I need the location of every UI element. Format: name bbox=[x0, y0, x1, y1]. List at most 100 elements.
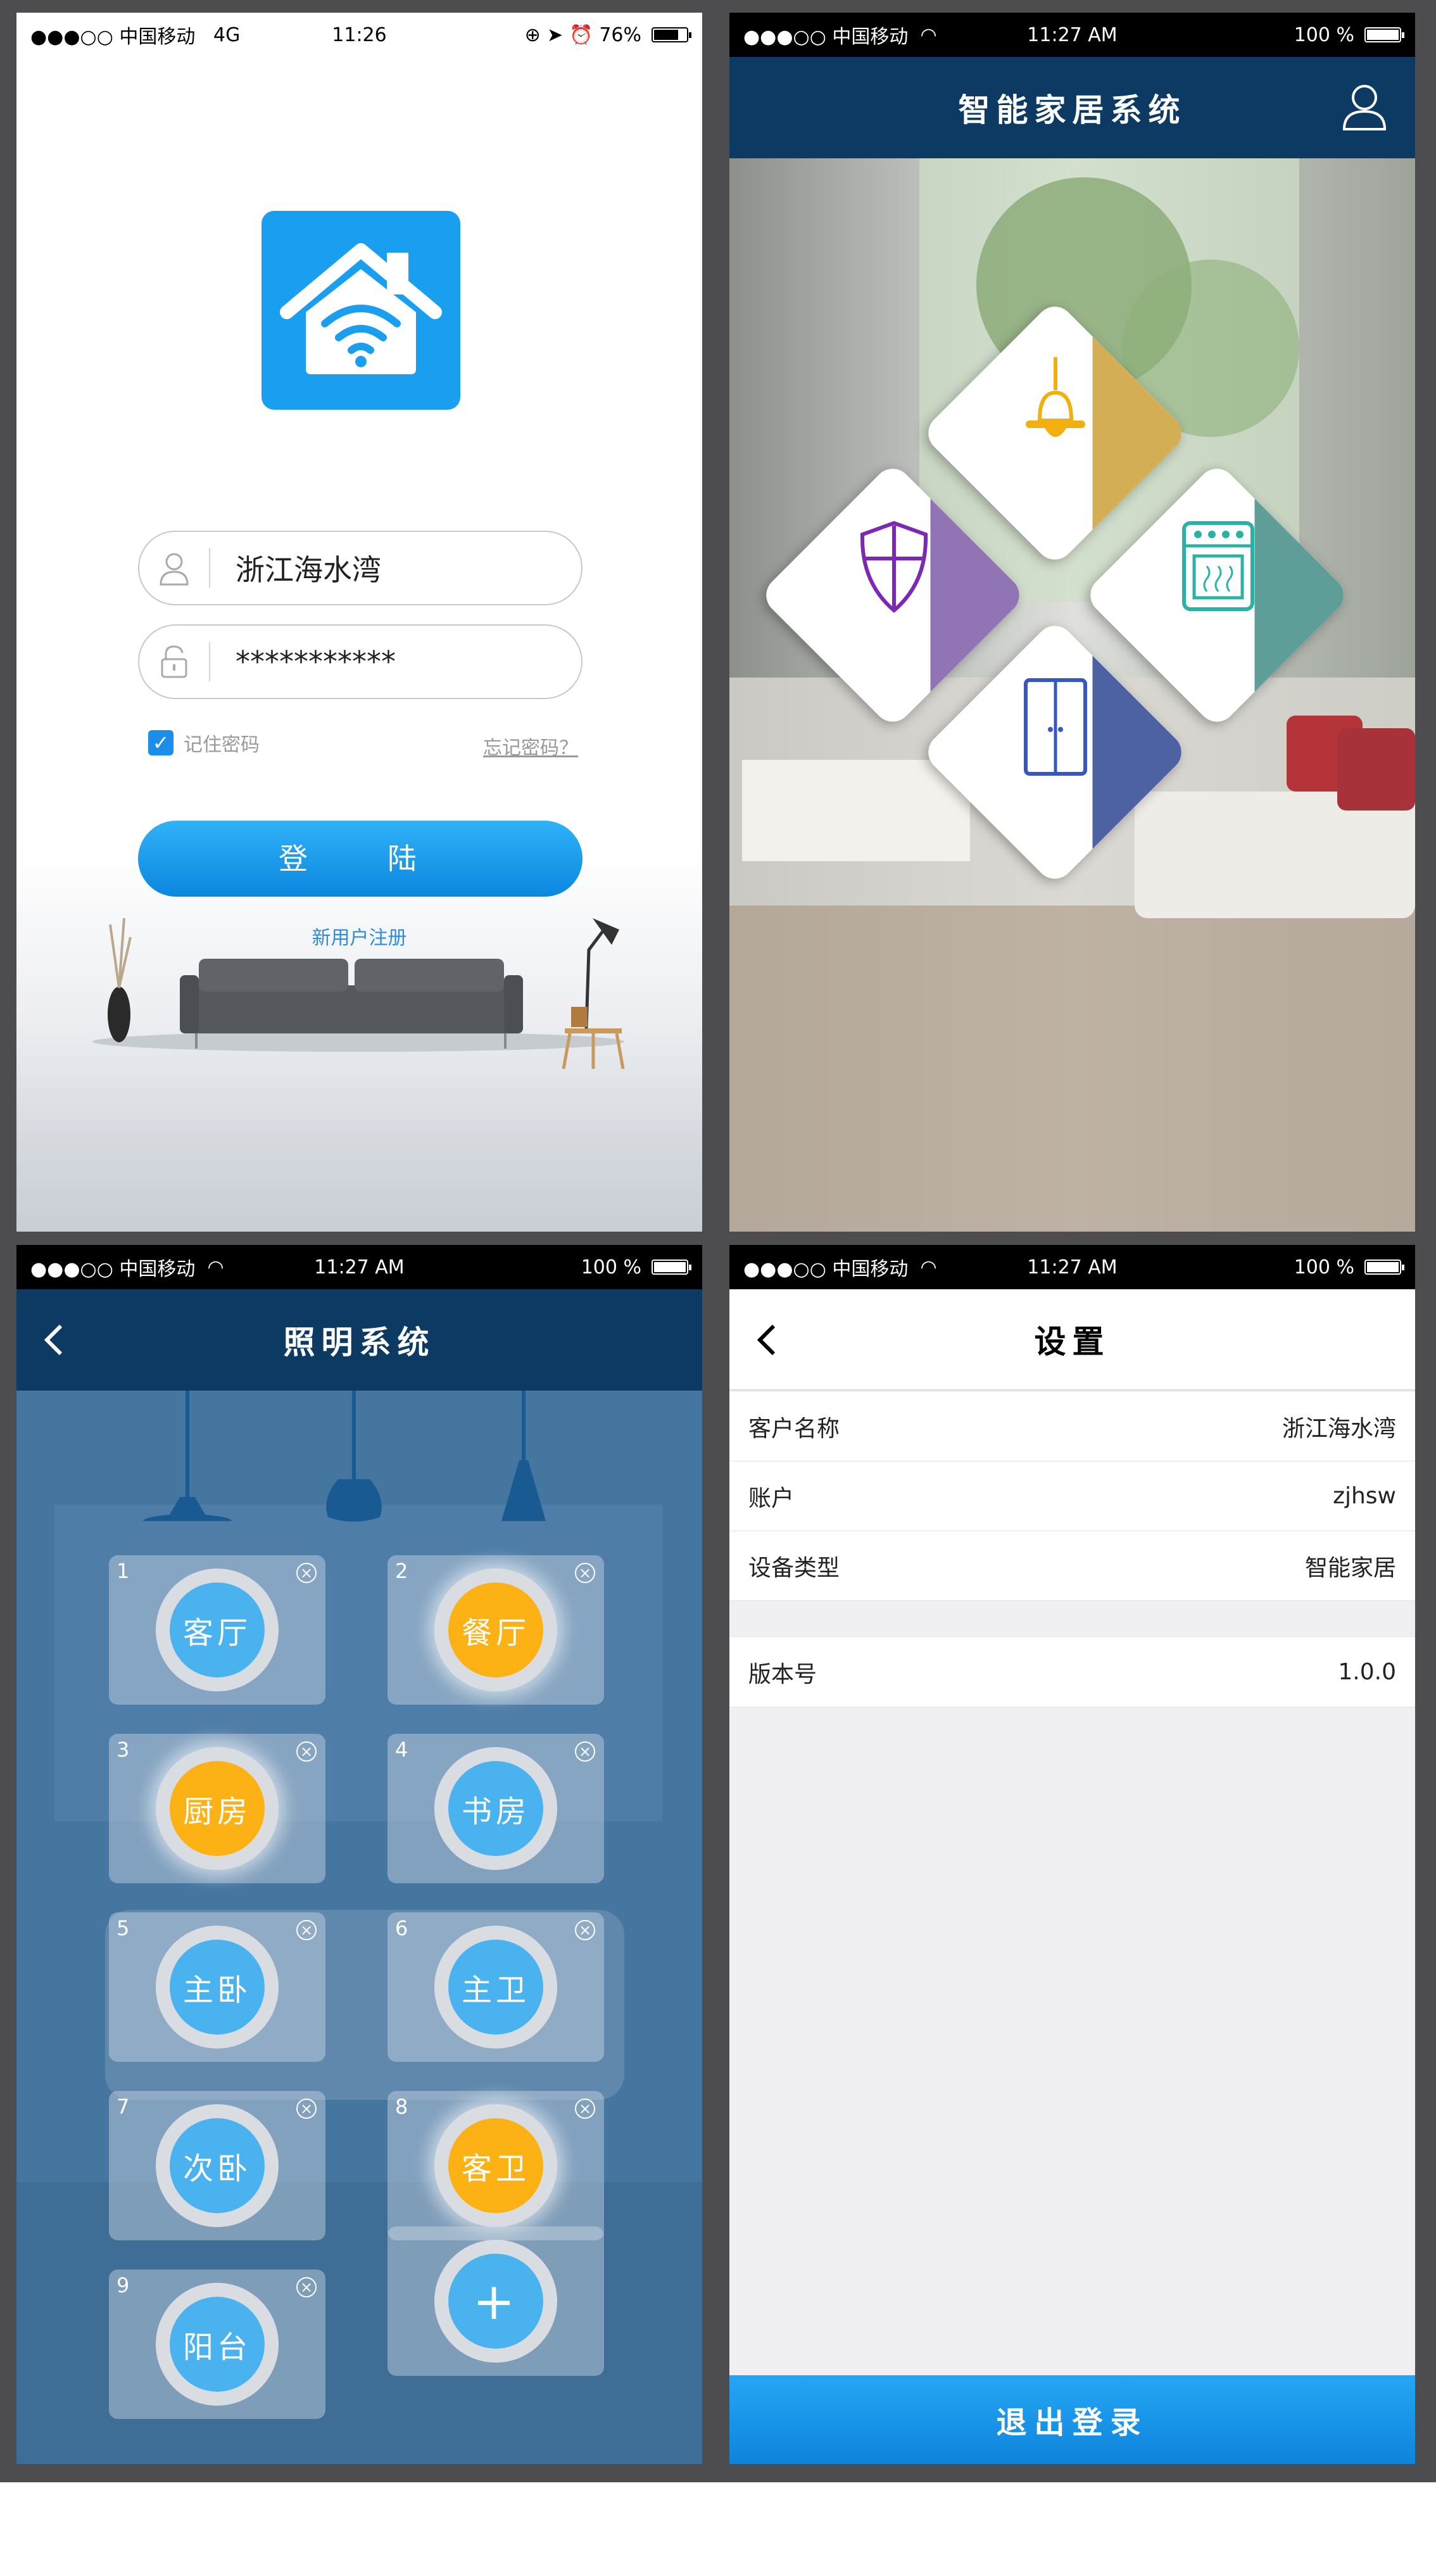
room-background bbox=[16, 849, 702, 1232]
room-card[interactable]: 2 × 餐厅 bbox=[387, 1555, 604, 1705]
room-card[interactable]: 6 × 主卫 bbox=[387, 1912, 604, 2062]
password-field[interactable]: *********** bbox=[138, 624, 583, 699]
checkbox-checked-icon[interactable]: ✓ bbox=[148, 730, 173, 755]
door-icon bbox=[1024, 678, 1087, 776]
back-chevron-icon[interactable] bbox=[29, 1315, 80, 1365]
alarm-icon: ⏰ bbox=[569, 23, 593, 46]
room-name: 主卧 bbox=[170, 1940, 265, 2035]
lighting-screen: ●●●○○ 中国移动 ◠ 11:27 AM 100 % 照明系统 1 × 客厅 2 × 餐… bbox=[16, 1245, 702, 2464]
login-screen: ●●●○○ 中国移动 4G 11:26 ⊕ ➤ ⏰ 76% 浙江海水湾 ****… bbox=[16, 13, 702, 1232]
battery-percent: 76% bbox=[599, 23, 641, 46]
room-card[interactable]: 5 × 主卧 bbox=[109, 1912, 325, 2062]
user-icon bbox=[139, 548, 210, 588]
settings-row-customer-name: 客户名称 浙江海水湾 bbox=[729, 1392, 1415, 1462]
pendant-lamp-icon bbox=[1026, 357, 1085, 437]
delete-room-icon[interactable]: × bbox=[575, 2099, 595, 2119]
delete-room-icon[interactable]: × bbox=[575, 1563, 595, 1583]
room-number: 1 bbox=[117, 1559, 130, 1583]
user-profile-icon[interactable] bbox=[1339, 81, 1390, 132]
room-name: 餐厅 bbox=[448, 1582, 543, 1677]
page-title: 设置 bbox=[1034, 1323, 1111, 1360]
delete-room-icon[interactable]: × bbox=[575, 1741, 595, 1762]
register-link[interactable]: 新用户注册 bbox=[16, 922, 702, 950]
room-number: 5 bbox=[117, 1916, 130, 1940]
smart-home-wifi-icon bbox=[280, 243, 442, 374]
room-name: 次卧 bbox=[170, 2118, 265, 2213]
nav-bar: 智能家居系统 bbox=[729, 57, 1415, 158]
wifi-icon: ◠ bbox=[920, 23, 937, 46]
room-card[interactable]: 9 × 阳台 bbox=[109, 2270, 325, 2419]
delete-room-icon[interactable]: × bbox=[296, 1563, 317, 1583]
light-toggle-button[interactable]: 书房 bbox=[434, 1747, 557, 1870]
delete-room-icon[interactable]: × bbox=[575, 1920, 595, 1940]
add-room-card[interactable]: + bbox=[387, 2226, 604, 2376]
shield-icon bbox=[860, 521, 928, 613]
room-number: 8 bbox=[395, 2095, 408, 2119]
room-name: 客卫 bbox=[448, 2118, 543, 2213]
username-field[interactable]: 浙江海水湾 bbox=[138, 531, 583, 605]
settings-row-account: 账户 zjhsw bbox=[729, 1462, 1415, 1531]
nav-bar: 设置 bbox=[729, 1289, 1415, 1391]
home-screen: ●●●○○ 中国移动 ◠ 11:27 AM 100 % 智能家居系统 照明 安防… bbox=[729, 13, 1415, 1232]
row-label: 账户 bbox=[748, 1485, 795, 1512]
room-card[interactable]: 1 × 客厅 bbox=[109, 1555, 325, 1705]
app-logo bbox=[261, 211, 460, 410]
pendant-lamp-decor bbox=[326, 1391, 382, 1522]
battery-icon bbox=[1364, 1260, 1404, 1275]
unlock-icon bbox=[139, 642, 210, 681]
battery-icon bbox=[1364, 27, 1404, 42]
furniture-illustration bbox=[92, 918, 625, 1070]
room-name: 书房 bbox=[448, 1761, 543, 1856]
status-bar: ●●●○○ 中国移动 ◠ 11:27 AM 100 % bbox=[16, 1245, 702, 1289]
forgot-password-link[interactable]: 忘记密码？ bbox=[483, 732, 578, 760]
room-card[interactable]: 3 × 厨房 bbox=[109, 1734, 325, 1883]
clock: 11:27 AM bbox=[314, 1256, 405, 1279]
light-toggle-button[interactable]: 次卧 bbox=[156, 2104, 279, 2227]
light-toggle-button[interactable]: 主卧 bbox=[156, 1926, 279, 2049]
delete-room-icon[interactable]: × bbox=[296, 1741, 317, 1762]
lock-rotation-icon: ⊕ bbox=[524, 23, 541, 46]
wifi-icon: ◠ bbox=[920, 1256, 937, 1279]
add-room-button[interactable]: + bbox=[434, 2240, 557, 2363]
light-toggle-button[interactable]: 主卫 bbox=[434, 1926, 557, 2049]
settings-screen: ●●●○○ 中国移动 ◠ 11:27 AM 100 % 设置 客户名称 浙江海水湾… bbox=[729, 1245, 1415, 2464]
logout-button[interactable]: 退出登录 bbox=[729, 2375, 1415, 2464]
nav-bar: 照明系统 bbox=[16, 1289, 702, 1391]
status-bar: ●●●○○ 中国移动 4G 11:26 ⊕ ➤ ⏰ 76% bbox=[16, 13, 702, 57]
clock: 11:26 bbox=[332, 23, 387, 46]
delete-room-icon[interactable]: × bbox=[296, 2277, 317, 2297]
delete-room-icon[interactable]: × bbox=[296, 1920, 317, 1940]
username-value: 浙江海水湾 bbox=[236, 553, 381, 587]
room-card[interactable]: 7 × 次卧 bbox=[109, 2091, 325, 2240]
plus-icon: + bbox=[448, 2254, 543, 2349]
mockup-sheet: ●●●○○ 中国移动 4G 11:26 ⊕ ➤ ⏰ 76% 浙江海水湾 ****… bbox=[0, 0, 1436, 2482]
room-name: 阳台 bbox=[170, 2297, 265, 2392]
light-toggle-button[interactable]: 阳台 bbox=[156, 2283, 279, 2406]
room-number: 9 bbox=[117, 2273, 130, 2297]
battery-icon bbox=[652, 1260, 691, 1275]
delete-room-icon[interactable]: × bbox=[296, 2099, 317, 2119]
row-value: 浙江海水湾 bbox=[1282, 1415, 1396, 1442]
tile-label: 照明 bbox=[1029, 481, 1080, 507]
location-icon: ➤ bbox=[546, 23, 563, 46]
carrier-label: ●●●○○ 中国移动 4G bbox=[30, 23, 241, 49]
back-chevron-icon[interactable] bbox=[742, 1315, 793, 1365]
light-toggle-button[interactable]: 客卫 bbox=[434, 2104, 557, 2227]
login-button[interactable]: 登 陆 bbox=[138, 821, 583, 897]
battery-percent: 100 % bbox=[1294, 1256, 1354, 1279]
room-card[interactable]: 8 × 客卫 bbox=[387, 2091, 604, 2240]
status-bar: ●●●○○ 中国移动 ◠ 11:27 AM 100 % bbox=[729, 1245, 1415, 1289]
room-card[interactable]: 4 × 书房 bbox=[387, 1734, 604, 1883]
room-name: 厨房 bbox=[170, 1761, 265, 1856]
pendant-lamp-decor bbox=[143, 1391, 232, 1521]
light-toggle-button[interactable]: 客厅 bbox=[156, 1569, 279, 1691]
light-toggle-button[interactable]: 厨房 bbox=[156, 1747, 279, 1870]
status-right: 100 % bbox=[1294, 1256, 1404, 1279]
battery-icon bbox=[652, 27, 691, 42]
light-toggle-button[interactable]: 餐厅 bbox=[434, 1569, 557, 1691]
battery-percent: 100 % bbox=[581, 1256, 641, 1279]
room-number: 6 bbox=[395, 1916, 408, 1940]
remember-password[interactable]: ✓ 记住密码 bbox=[148, 729, 260, 757]
carrier-label: ●●●○○ 中国移动 ◠ bbox=[743, 1256, 937, 1281]
room-name: 主卫 bbox=[448, 1940, 543, 2035]
